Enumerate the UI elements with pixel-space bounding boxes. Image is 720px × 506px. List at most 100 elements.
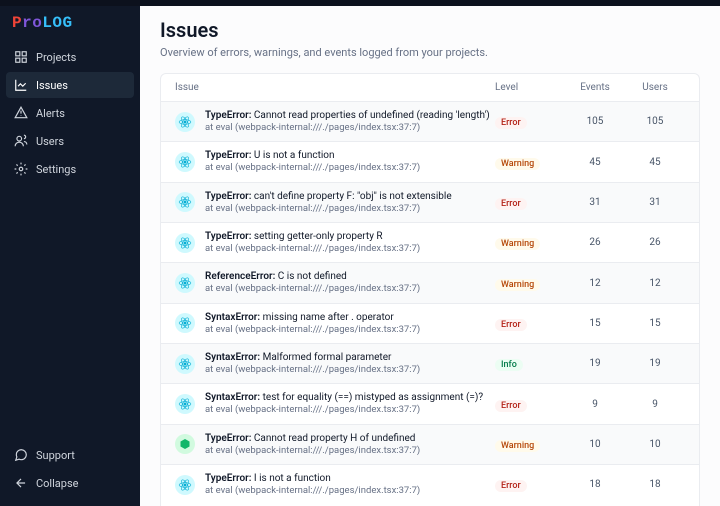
sidebar: ProLOG Projects Issues Alerts Users Sett… xyxy=(0,0,140,506)
events-cell: 45 xyxy=(565,157,625,168)
status-badge: Warning xyxy=(495,158,540,170)
issue-title: TypeError: U is not a function xyxy=(205,149,495,162)
react-icon xyxy=(175,112,195,132)
table-row[interactable]: SyntaxError: test for equality (==) mist… xyxy=(161,384,699,424)
nav-label: Collapse xyxy=(36,477,78,490)
events-cell: 12 xyxy=(565,278,625,289)
level-cell: Warning xyxy=(495,235,565,250)
status-badge: Error xyxy=(495,319,527,331)
react-icon xyxy=(175,313,195,333)
issue-subtitle: at eval (webpack-internal:///./pages/ind… xyxy=(205,162,495,174)
table-row[interactable]: TypeError: setting getter-only property … xyxy=(161,223,699,263)
events-cell: 18 xyxy=(565,479,625,490)
level-cell: Warning xyxy=(495,276,565,291)
nav-support[interactable]: Support xyxy=(6,442,134,468)
nav-alerts[interactable]: Alerts xyxy=(6,100,134,126)
table-row[interactable]: TypeError: I is not a functionat eval (w… xyxy=(161,465,699,504)
status-badge: Info xyxy=(495,359,523,371)
issue-subtitle: at eval (webpack-internal:///./pages/ind… xyxy=(205,445,495,457)
users-cell: 9 xyxy=(625,399,685,410)
react-icon xyxy=(175,273,195,293)
issue-text: SyntaxError: missing name after . operat… xyxy=(205,311,495,336)
issue-text: TypeError: Cannot read properties of und… xyxy=(205,109,495,134)
status-badge: Warning xyxy=(495,238,540,250)
col-level: Level xyxy=(495,82,565,93)
issue-title: TypeError: Cannot read property H of und… xyxy=(205,432,495,445)
react-icon xyxy=(175,354,195,374)
nav-settings[interactable]: Settings xyxy=(6,156,134,182)
status-badge: Warning xyxy=(495,440,540,452)
issue-title: SyntaxError: Malformed formal parameter xyxy=(205,351,495,364)
issue-subtitle: at eval (webpack-internal:///./pages/ind… xyxy=(205,324,495,336)
table-row[interactable]: SyntaxError: Malformed formal parametera… xyxy=(161,344,699,384)
table-header: Issue Level Events Users xyxy=(161,74,699,102)
issue-title: TypeError: setting getter-only property … xyxy=(205,230,495,243)
issue-title: TypeError: Cannot read properties of und… xyxy=(205,109,495,122)
col-events: Events xyxy=(565,82,625,93)
issue-subtitle: at eval (webpack-internal:///./pages/ind… xyxy=(205,243,495,255)
main-nav: Projects Issues Alerts Users Settings xyxy=(6,44,134,182)
issue-text: ReferenceError: C is not definedat eval … xyxy=(205,270,495,295)
issue-subtitle: at eval (webpack-internal:///./pages/ind… xyxy=(205,122,495,134)
nav-label: Issues xyxy=(36,79,68,92)
events-cell: 26 xyxy=(565,237,625,248)
level-cell: Error xyxy=(495,397,565,412)
logo: ProLOG xyxy=(6,14,134,44)
events-cell: 105 xyxy=(565,116,625,127)
table-row[interactable]: TypeError: Cannot read properties of und… xyxy=(161,102,699,142)
table-row[interactable]: TypeError: U is not a functionat eval (w… xyxy=(161,142,699,182)
react-icon xyxy=(175,233,195,253)
issue-subtitle: at eval (webpack-internal:///./pages/ind… xyxy=(205,364,495,376)
table-row[interactable]: SyntaxError: missing name after . operat… xyxy=(161,304,699,344)
issue-text: TypeError: U is not a functionat eval (w… xyxy=(205,149,495,174)
level-cell: Error xyxy=(495,477,565,492)
issue-text: SyntaxError: Malformed formal parametera… xyxy=(205,351,495,376)
issue-title: SyntaxError: missing name after . operat… xyxy=(205,311,495,324)
table-row[interactable]: TypeError: Cannot read property H of und… xyxy=(161,425,699,465)
events-cell: 15 xyxy=(565,318,625,329)
react-icon xyxy=(175,192,195,212)
issue-text: SyntaxError: test for equality (==) mist… xyxy=(205,391,495,416)
nav-issues[interactable]: Issues xyxy=(6,72,134,98)
issue-text: TypeError: setting getter-only property … xyxy=(205,230,495,255)
users-cell: 26 xyxy=(625,237,685,248)
nav-users[interactable]: Users xyxy=(6,128,134,154)
events-cell: 31 xyxy=(565,197,625,208)
issue-title: TypeError: I is not a function xyxy=(205,472,495,485)
level-cell: Error xyxy=(495,195,565,210)
status-badge: Error xyxy=(495,480,527,492)
status-badge: Error xyxy=(495,400,527,412)
nav-label: Projects xyxy=(36,51,76,64)
issue-subtitle: at eval (webpack-internal:///./pages/ind… xyxy=(205,283,495,295)
issue-subtitle: at eval (webpack-internal:///./pages/ind… xyxy=(205,404,495,416)
events-cell: 9 xyxy=(565,399,625,410)
react-icon xyxy=(175,152,195,172)
issue-subtitle: at eval (webpack-internal:///./pages/ind… xyxy=(205,203,495,215)
level-cell: Info xyxy=(495,356,565,371)
issue-title: TypeError: can't define property F: "obj… xyxy=(205,190,495,203)
users-cell: 105 xyxy=(625,116,685,127)
issue-text: TypeError: can't define property F: "obj… xyxy=(205,190,495,215)
status-badge: Error xyxy=(495,198,527,210)
nav-collapse[interactable]: Collapse xyxy=(6,470,134,496)
nav-projects[interactable]: Projects xyxy=(6,44,134,70)
level-cell: Warning xyxy=(495,155,565,170)
node-icon xyxy=(175,434,195,454)
nav-label: Alerts xyxy=(36,107,65,120)
issue-subtitle: at eval (webpack-internal:///./pages/ind… xyxy=(205,485,495,497)
issue-title: ReferenceError: C is not defined xyxy=(205,270,495,283)
table-row[interactable]: TypeError: can't define property F: "obj… xyxy=(161,183,699,223)
nav-label: Settings xyxy=(36,163,76,176)
page-title: Issues xyxy=(160,18,700,42)
issue-text: TypeError: I is not a functionat eval (w… xyxy=(205,472,495,497)
page-subtitle: Overview of errors, warnings, and events… xyxy=(160,46,700,59)
level-cell: Error xyxy=(495,316,565,331)
nav-label: Support xyxy=(36,449,75,462)
users-cell: 12 xyxy=(625,278,685,289)
users-cell: 18 xyxy=(625,479,685,490)
level-cell: Error xyxy=(495,114,565,129)
react-icon xyxy=(175,394,195,414)
issue-text: TypeError: Cannot read property H of und… xyxy=(205,432,495,457)
users-cell: 45 xyxy=(625,157,685,168)
table-row[interactable]: ReferenceError: C is not definedat eval … xyxy=(161,263,699,303)
